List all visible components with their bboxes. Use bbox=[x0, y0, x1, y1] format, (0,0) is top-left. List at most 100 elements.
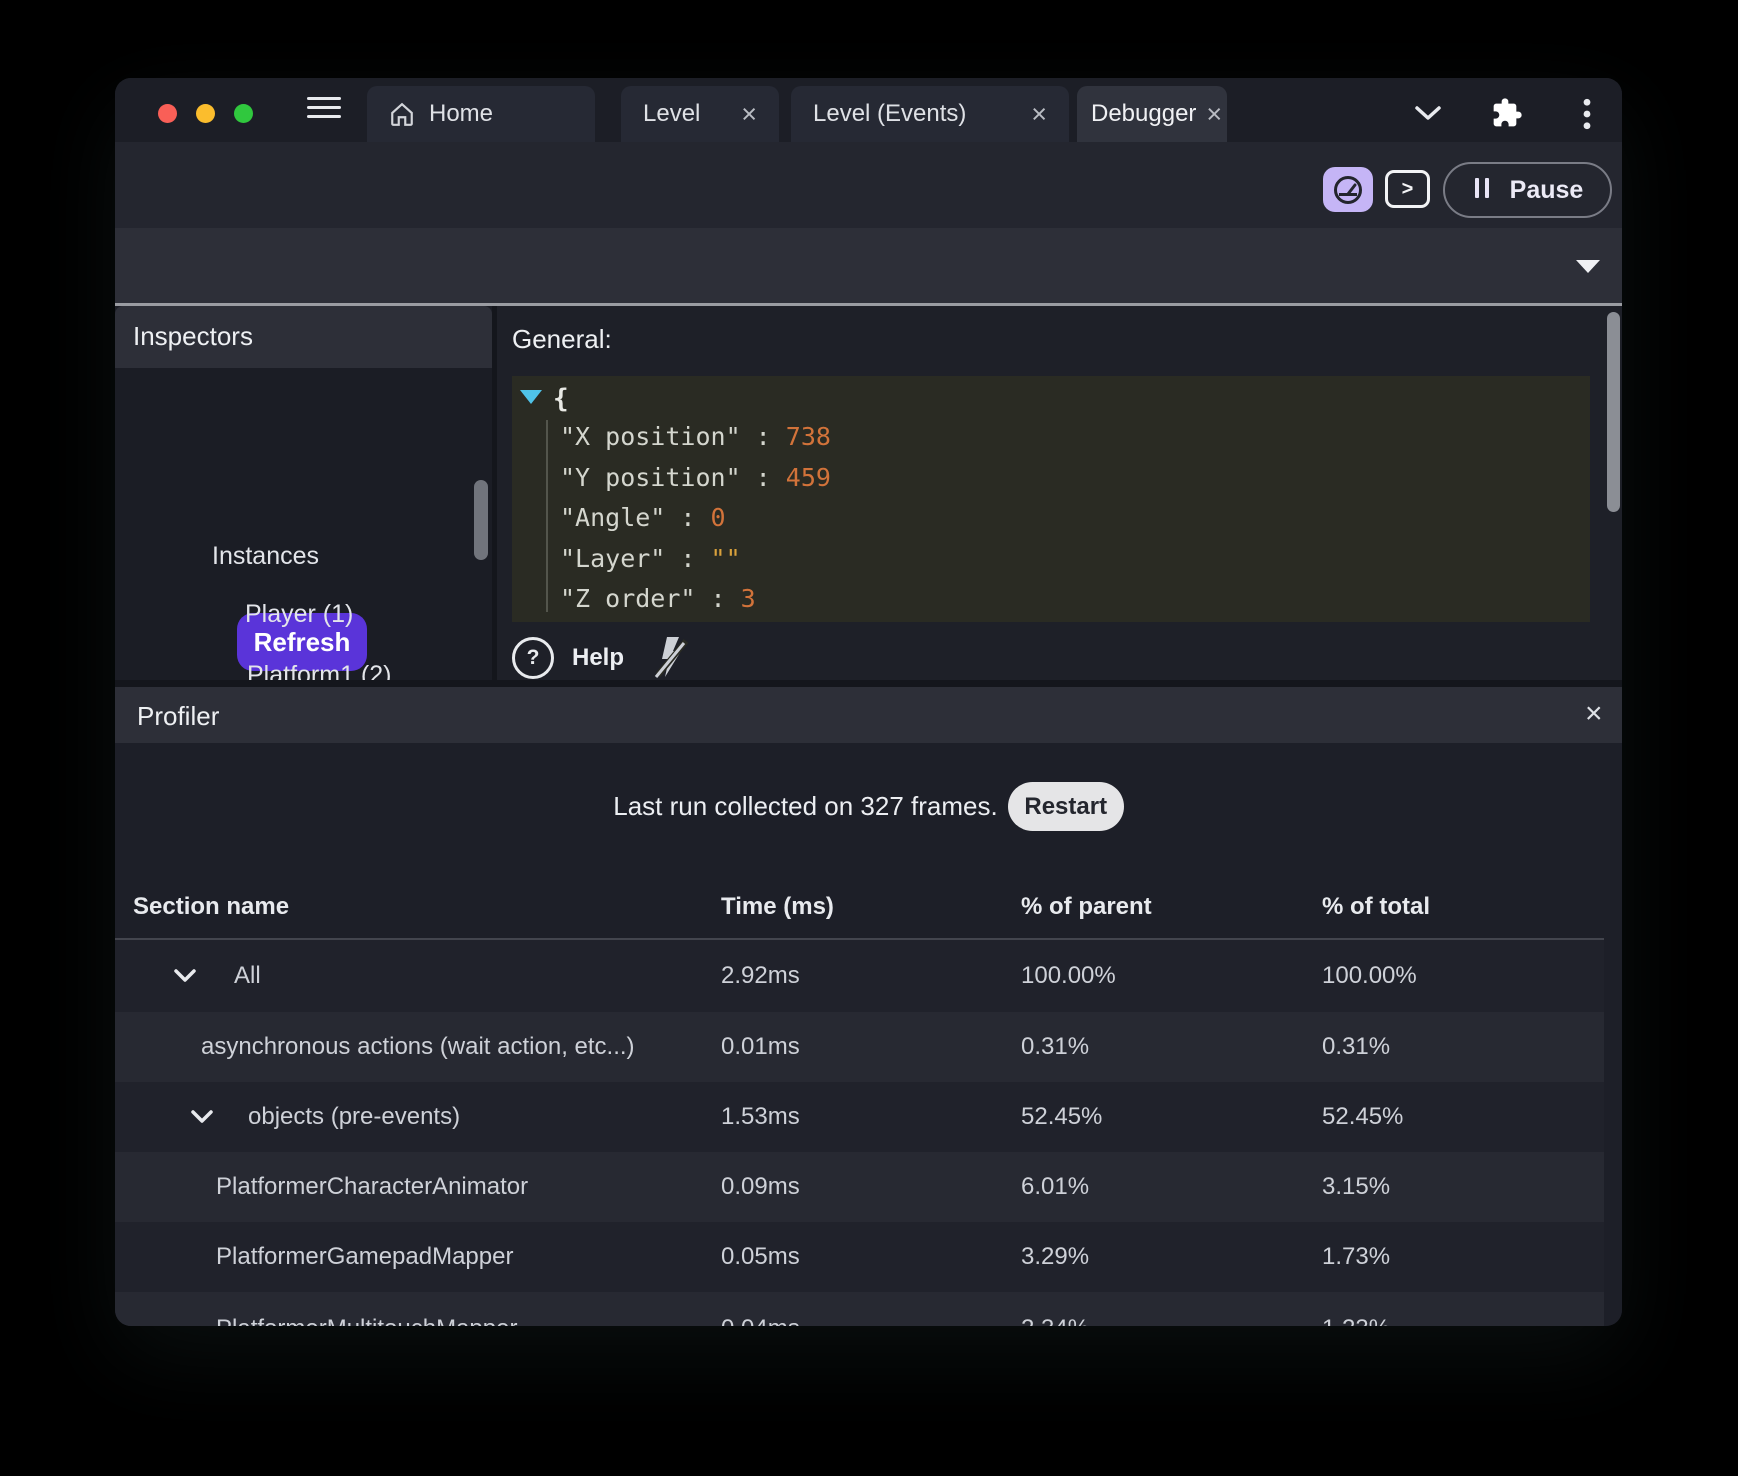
help-button[interactable]: ? bbox=[512, 637, 554, 679]
help-row: ? Help bbox=[512, 636, 690, 680]
profiler-title: Profiler bbox=[137, 701, 220, 731]
profiler-table: Section name Time (ms) % of parent % of … bbox=[115, 876, 1604, 1326]
parent-percent: 2.34% bbox=[1021, 1315, 1089, 1327]
time-value: 0.05ms bbox=[721, 1243, 800, 1270]
home-icon bbox=[391, 102, 413, 126]
traffic-minimize-button[interactable] bbox=[196, 104, 215, 123]
help-label[interactable]: Help bbox=[572, 644, 624, 672]
time-value: 1.53ms bbox=[721, 1103, 800, 1130]
time-value: 0.01ms bbox=[721, 1033, 800, 1060]
console-prompt-glyph: > bbox=[1401, 177, 1414, 200]
lastrun-row: Last run collected on 327 frames. Restar… bbox=[115, 782, 1622, 831]
inspectors-header: Inspectors bbox=[115, 306, 492, 368]
lastrun-status-text: Last run collected on 327 frames. bbox=[613, 791, 998, 821]
json-line-z-order[interactable]: "Z order" : 3 bbox=[560, 584, 756, 613]
debugger-window: Home Level × Level (Events) × Debugger × bbox=[115, 78, 1622, 1326]
parent-percent: 6.01% bbox=[1021, 1173, 1090, 1200]
table-row[interactable]: All 2.92ms 100.00% 100.00% bbox=[115, 940, 1604, 1012]
section-name: PlatformerMultitouchMapper bbox=[216, 1315, 517, 1327]
titlebar: Home Level × Level (Events) × Debugger × bbox=[115, 78, 1622, 142]
json-line-y-position[interactable]: "Y position" : 459 bbox=[560, 463, 831, 492]
screen: Home Level × Level (Events) × Debugger × bbox=[0, 0, 1738, 1476]
table-row[interactable]: PlatformerGamepadMapper 0.05ms 3.29% 1.7… bbox=[115, 1222, 1604, 1292]
table-row[interactable]: PlatformerCharacterAnimator 0.09ms 6.01%… bbox=[115, 1152, 1604, 1222]
table-row[interactable]: objects (pre-events) 1.53ms 52.45% 52.45… bbox=[115, 1082, 1604, 1152]
kebab-menu-icon[interactable] bbox=[1579, 97, 1595, 131]
time-value: 2.92ms bbox=[721, 962, 800, 989]
table-header-row: Section name Time (ms) % of parent % of … bbox=[115, 876, 1604, 940]
chevron-down-icon[interactable] bbox=[173, 968, 197, 984]
total-percent: 100.00% bbox=[1322, 962, 1417, 989]
expand-triangle-icon[interactable] bbox=[520, 390, 542, 404]
time-value: 0.04ms bbox=[721, 1315, 800, 1327]
table-row[interactable]: asynchronous actions (wait action, etc..… bbox=[115, 1012, 1604, 1082]
inspectors-panel: Inspectors Refresh Instances Player (1) … bbox=[115, 306, 492, 748]
tab-label: Home bbox=[429, 100, 494, 127]
json-line-x-position[interactable]: "X position" : 738 bbox=[560, 422, 831, 451]
tree-item-player[interactable]: Player (1) bbox=[245, 600, 353, 629]
section-name: asynchronous actions (wait action, etc..… bbox=[201, 1033, 635, 1060]
header-time: Time (ms) bbox=[721, 893, 834, 920]
inspectors-scrollbar-thumb[interactable] bbox=[474, 480, 488, 560]
profiler-header: Profiler × bbox=[115, 687, 1622, 743]
header-total: % of total bbox=[1322, 893, 1430, 920]
parent-percent: 100.00% bbox=[1021, 962, 1116, 989]
total-percent: 0.31% bbox=[1322, 1033, 1391, 1060]
total-percent: 3.15% bbox=[1322, 1173, 1391, 1200]
time-value: 0.09ms bbox=[721, 1173, 800, 1200]
tab-debugger[interactable]: Debugger × bbox=[1077, 86, 1227, 142]
close-icon[interactable]: × bbox=[1585, 697, 1603, 731]
json-open-brace: { bbox=[553, 384, 569, 414]
section-name: All bbox=[234, 962, 261, 989]
section-name: PlatformerGamepadMapper bbox=[216, 1243, 514, 1270]
section-name: objects (pre-events) bbox=[248, 1103, 461, 1130]
tab-label: Debugger bbox=[1091, 100, 1197, 127]
total-percent: 52.45% bbox=[1322, 1103, 1404, 1130]
json-line-angle[interactable]: "Angle" : 0 bbox=[560, 503, 726, 532]
chevron-down-icon[interactable] bbox=[1576, 260, 1600, 273]
close-icon[interactable]: × bbox=[741, 100, 757, 128]
pause-label: Pause bbox=[1509, 175, 1584, 204]
chevron-down-icon[interactable] bbox=[1413, 102, 1443, 124]
profiler-content: Last run collected on 327 frames. Restar… bbox=[115, 743, 1622, 1326]
tab-level-events[interactable]: Level (Events) × bbox=[791, 86, 1069, 142]
pause-button[interactable]: Pause bbox=[1443, 162, 1612, 218]
header-section-name: Section name bbox=[133, 893, 290, 920]
tab-level[interactable]: Level × bbox=[621, 86, 779, 142]
parent-percent: 3.29% bbox=[1021, 1243, 1090, 1270]
console-button[interactable]: > bbox=[1385, 170, 1430, 208]
general-title: General: bbox=[512, 324, 612, 354]
traffic-close-button[interactable] bbox=[158, 104, 177, 123]
chevron-down-icon[interactable] bbox=[190, 1109, 214, 1125]
tree-item-instances[interactable]: Instances bbox=[212, 542, 319, 571]
tree-guide-line bbox=[546, 420, 548, 612]
general-panel: General: { "X position" : 738 "Y positio… bbox=[497, 306, 1622, 680]
json-line-layer[interactable]: "Layer" : "" bbox=[560, 544, 741, 573]
parent-percent: 0.31% bbox=[1021, 1033, 1090, 1060]
game-preview-header[interactable]: Game preview #4 bbox=[115, 228, 1622, 426]
speedometer-icon bbox=[1334, 175, 1362, 204]
header-parent: % of parent bbox=[1021, 893, 1152, 920]
extensions-puzzle-icon[interactable] bbox=[1491, 97, 1523, 129]
tab-label: Level (Events) bbox=[813, 100, 967, 127]
total-percent: 1.23% bbox=[1322, 1315, 1390, 1327]
traffic-zoom-button[interactable] bbox=[234, 104, 253, 123]
tab-home[interactable]: Home bbox=[367, 86, 595, 142]
menu-hamburger-icon[interactable] bbox=[307, 91, 341, 124]
parent-percent: 52.45% bbox=[1021, 1103, 1103, 1130]
pause-icon bbox=[1472, 177, 1492, 203]
json-property-view: { "X position" : 738 "Y position" : 459 … bbox=[512, 376, 1590, 622]
close-icon[interactable]: × bbox=[1206, 100, 1222, 128]
close-icon[interactable]: × bbox=[1031, 100, 1047, 128]
section-separator bbox=[115, 680, 1622, 687]
tab-label: Level bbox=[643, 100, 701, 127]
total-percent: 1.73% bbox=[1322, 1243, 1391, 1270]
profiler-toggle-button[interactable] bbox=[1323, 167, 1373, 212]
general-scrollbar-thumb[interactable] bbox=[1607, 312, 1620, 512]
restart-button[interactable]: Restart bbox=[1007, 782, 1124, 831]
refresh-label: Refresh bbox=[253, 626, 351, 657]
flash-off-icon[interactable] bbox=[654, 635, 690, 681]
inspectors-title: Inspectors bbox=[133, 321, 253, 351]
table-row[interactable]: PlatformerMultitouchMapper 0.04ms 2.34% … bbox=[115, 1292, 1604, 1326]
section-name: PlatformerCharacterAnimator bbox=[216, 1173, 529, 1200]
